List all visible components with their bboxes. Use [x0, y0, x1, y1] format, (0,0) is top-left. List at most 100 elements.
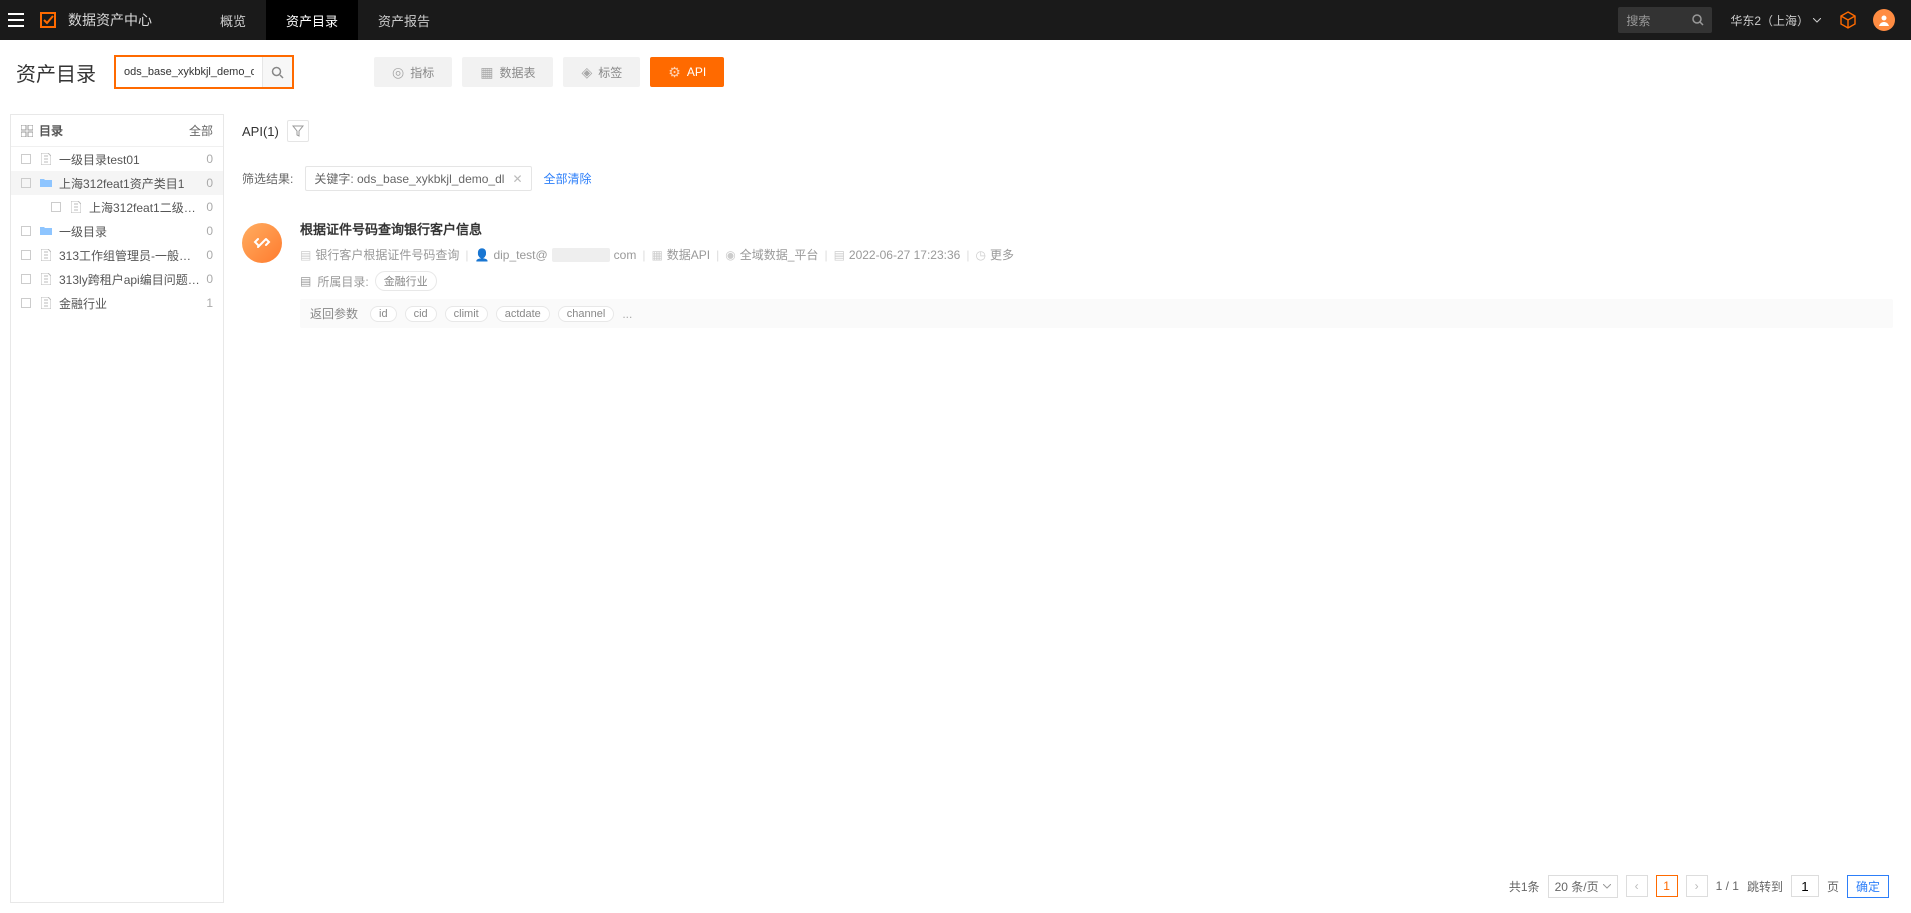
result-meta-row: ▤银行客户根据证件号码查询 | 👤dip_test@xxxxxxxxxcom |…	[300, 246, 1893, 263]
filter-row: 筛选结果: 关键字: ods_base_xykbkjl_demo_dl ✕ 全部…	[234, 160, 1901, 209]
param-tag: id	[370, 306, 397, 322]
param-tag: climit	[445, 306, 488, 322]
checkbox-icon[interactable]	[21, 250, 31, 260]
tab-catalog[interactable]: 资产目录	[266, 0, 358, 40]
result-title[interactable]: 根据证件号码查询银行客户信息	[300, 219, 1893, 238]
sidebar-item-label: 金融行业	[59, 295, 200, 312]
region-select[interactable]: 华东2（上海）	[1730, 12, 1821, 29]
checkbox-icon[interactable]	[21, 226, 31, 236]
more-icon: ◷	[975, 248, 985, 262]
param-tag: cid	[405, 306, 437, 322]
checkbox-icon[interactable]	[51, 202, 61, 212]
catalog-tag[interactable]: 金融行业	[375, 271, 437, 291]
sidebar-item-label: 上海312feat1资产类目1	[59, 175, 200, 192]
sidebar-item-4[interactable]: 313工作组管理员-一般租户0	[11, 243, 223, 267]
prev-page-button[interactable]: ‹	[1626, 875, 1648, 897]
checkbox-icon[interactable]	[21, 298, 31, 308]
sidebar-all-link[interactable]: 全部	[189, 122, 213, 139]
result-body: 根据证件号码查询银行客户信息 ▤银行客户根据证件号码查询 | 👤dip_test…	[300, 219, 1893, 328]
region-label: 华东2（上海）	[1730, 12, 1809, 29]
sidebar-item-6[interactable]: 金融行业1	[11, 291, 223, 315]
param-label: 返回参数	[310, 305, 358, 322]
filter-tag[interactable]: ◈标签	[563, 57, 640, 87]
search-icon	[271, 66, 284, 79]
doc-icon	[39, 153, 53, 165]
top-tabs: 概览 资产目录 资产报告	[200, 0, 450, 40]
sidebar-item-count: 0	[200, 224, 213, 238]
sidebar-item-1[interactable]: 上海312feat1资产类目10	[11, 171, 223, 195]
result-item: 根据证件号码查询银行客户信息 ▤银行客户根据证件号码查询 | 👤dip_test…	[234, 209, 1901, 338]
sidebar-item-label: 上海312feat1二级类目	[89, 199, 200, 216]
pager: 共1条 20 条/页 ‹ 1 › 1 / 1 跳转到 页 确定	[234, 869, 1901, 903]
subheader: 资产目录 ◎指标 ▦数据表 ◈标签 ⚙API	[0, 40, 1911, 104]
meta-type: ▦数据API	[651, 246, 710, 263]
scope-icon: ◉	[725, 248, 735, 262]
doc-icon	[39, 249, 53, 261]
search-icon	[1692, 14, 1704, 26]
remove-chip-button[interactable]: ✕	[512, 172, 522, 186]
doc-icon: ▤	[300, 248, 311, 262]
tab-overview[interactable]: 概览	[200, 0, 266, 40]
main-header: API(1)	[234, 114, 1901, 160]
type-filters: ◎ 指标 ▦数据表 ◈标签 ⚙API	[374, 57, 724, 87]
tab-report[interactable]: 资产报告	[358, 0, 450, 40]
tag-icon: ◈	[581, 64, 592, 81]
sidebar-item-count: 1	[200, 296, 213, 310]
catalog-icon: ▤	[300, 274, 311, 288]
next-page-button[interactable]: ›	[1686, 875, 1708, 897]
catalog-search-box	[114, 55, 294, 89]
checkbox-icon[interactable]	[21, 274, 31, 284]
jump-ok-button[interactable]: 确定	[1847, 875, 1889, 898]
clock-icon: ▤	[834, 248, 845, 262]
sidebar-item-label: 一级目录	[59, 223, 200, 240]
app-logo-icon	[36, 8, 60, 32]
filter-table[interactable]: ▦数据表	[462, 57, 553, 87]
filter-button[interactable]	[287, 120, 309, 142]
sidebar-item-2[interactable]: 上海312feat1二级类目0	[11, 195, 223, 219]
topbar-left: 数据资产中心 概览 资产目录 资产报告	[0, 0, 450, 40]
page-size-select[interactable]: 20 条/页	[1548, 875, 1618, 898]
cube-icon[interactable]	[1839, 11, 1857, 29]
meta-more[interactable]: ◷更多	[975, 246, 1014, 263]
sidebar-item-5[interactable]: 313ly跨租户api编目问题_导入0	[11, 267, 223, 291]
param-tag: channel	[558, 306, 615, 322]
checkbox-icon[interactable]	[21, 178, 31, 188]
topbar-right: 搜索 华东2（上海）	[1618, 0, 1903, 40]
hamburger-icon[interactable]	[0, 0, 32, 40]
filter-label: 指标	[410, 64, 434, 81]
api-icon: ⚙	[668, 64, 681, 81]
catalog-search-button[interactable]	[262, 57, 292, 87]
doc-icon	[39, 297, 53, 309]
global-search[interactable]: 搜索	[1618, 7, 1712, 33]
clear-all-link[interactable]: 全部清除	[544, 170, 592, 187]
table-icon: ▦	[480, 64, 493, 81]
checkbox-icon[interactable]	[21, 154, 31, 164]
param-tag: actdate	[496, 306, 550, 322]
sidebar-item-count: 0	[200, 248, 213, 262]
sidebar-item-label: 313ly跨租户api编目问题_导入	[59, 271, 200, 288]
params-more: ...	[622, 307, 632, 321]
catalog-search-input[interactable]	[116, 57, 262, 87]
filter-result-label: 筛选结果:	[242, 170, 293, 187]
sidebar-item-0[interactable]: 一级目录test010	[11, 147, 223, 171]
user-avatar[interactable]	[1873, 9, 1895, 31]
filter-api[interactable]: ⚙API	[650, 57, 724, 87]
filter-indicator[interactable]: ◎ 指标	[374, 57, 452, 87]
sidebar-item-3[interactable]: 一级目录0	[11, 219, 223, 243]
catalog-label: 所属目录:	[317, 273, 368, 290]
indicator-icon: ◎	[392, 64, 404, 81]
funnel-icon	[292, 125, 304, 137]
page-unit: 页	[1827, 878, 1839, 895]
result-count: API(1)	[242, 124, 279, 139]
sidebar-item-label: 313工作组管理员-一般租户	[59, 247, 200, 264]
jump-input[interactable]	[1791, 875, 1819, 897]
folder-icon	[39, 226, 53, 236]
api-result-icon	[242, 223, 282, 263]
app-title: 数据资产中心	[68, 10, 152, 30]
page-1-button[interactable]: 1	[1656, 875, 1678, 897]
sidebar: 目录 全部 一级目录test010上海312feat1资产类目10上海312fe…	[10, 114, 224, 903]
param-row: 返回参数 idcid climit actdate channel ...	[300, 299, 1893, 328]
meta-owner: 👤dip_test@xxxxxxxxxcom	[474, 248, 636, 262]
body-area: 目录 全部 一级目录test010上海312feat1资产类目10上海312fe…	[0, 104, 1911, 913]
sidebar-item-label: 一级目录test01	[59, 151, 200, 168]
